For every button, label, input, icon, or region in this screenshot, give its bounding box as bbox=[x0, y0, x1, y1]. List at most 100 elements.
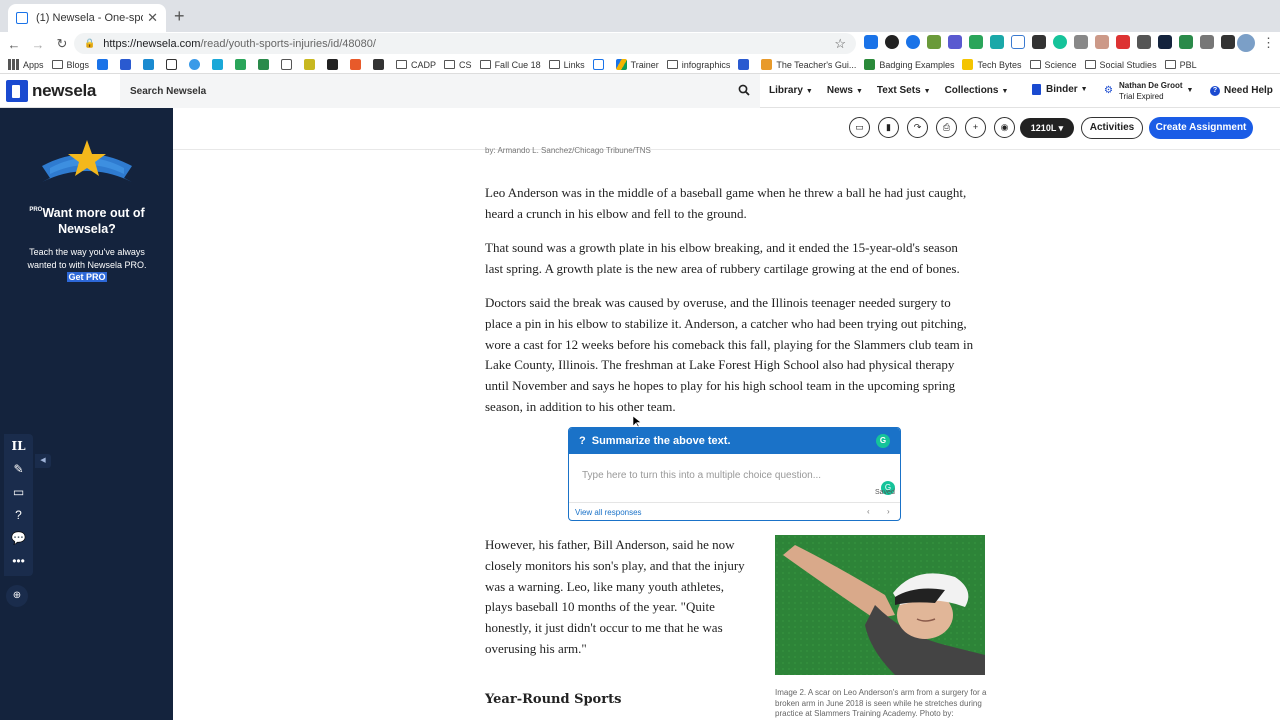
chevron-right-icon[interactable]: › bbox=[887, 507, 890, 516]
bookmark-icon-only[interactable] bbox=[373, 59, 388, 70]
extension-icon[interactable] bbox=[1053, 35, 1067, 49]
browser-tab[interactable]: (1) Newsela - One-sport stude ✕ bbox=[8, 4, 166, 32]
binder-menu[interactable]: Binder ▼ bbox=[1032, 84, 1088, 95]
bookmark-badging[interactable]: Badging Examples bbox=[864, 59, 954, 70]
bookmark-icon-only[interactable] bbox=[212, 59, 227, 70]
bookmark-icon-only[interactable] bbox=[592, 59, 608, 70]
comments-icon[interactable]: 💬 bbox=[10, 530, 28, 547]
bookmark-icon-only[interactable] bbox=[143, 59, 158, 70]
bookmark-icon-only[interactable] bbox=[327, 59, 342, 70]
reload-icon[interactable]: ↻ bbox=[52, 36, 72, 52]
user-status: Trial Expired bbox=[1118, 92, 1164, 101]
bookmark-icon-only[interactable] bbox=[235, 59, 250, 70]
user-name: Nathan De Groot bbox=[1118, 81, 1183, 90]
bookmark-folder[interactable]: infographics bbox=[666, 60, 730, 70]
get-pro-link[interactable]: Get PRO bbox=[67, 272, 107, 282]
extension-icon[interactable] bbox=[906, 35, 920, 49]
search-bar[interactable]: Search Newsela bbox=[120, 74, 760, 108]
forward-icon[interactable]: → bbox=[28, 37, 48, 52]
question-icon[interactable]: ? bbox=[10, 507, 28, 524]
nav-collections[interactable]: Collections ▼ bbox=[945, 85, 1009, 96]
profile-avatar-icon[interactable] bbox=[1237, 34, 1255, 52]
extension-icon[interactable] bbox=[1011, 35, 1025, 49]
extension-icon[interactable] bbox=[1221, 35, 1235, 49]
extension-icon[interactable] bbox=[948, 35, 962, 49]
bookmark-trainer[interactable]: Trainer bbox=[615, 59, 659, 70]
extension-icon[interactable] bbox=[1200, 35, 1214, 49]
bookmarks-bar: Apps Blogs CADP CS Fall Cue 18 Links Tra… bbox=[0, 56, 1280, 74]
present-icon[interactable]: ▭ bbox=[849, 117, 870, 138]
extension-icon[interactable] bbox=[1116, 35, 1130, 49]
collapse-tools-icon[interactable]: ◀ bbox=[35, 454, 51, 468]
writing-prompt-box: ? Summarize the above text. G Type here … bbox=[568, 427, 901, 521]
bookmark-folder[interactable]: Social Studies bbox=[1084, 60, 1157, 70]
bookmark-folder[interactable]: Blogs bbox=[51, 60, 89, 70]
bookmark-teachers-guide[interactable]: The Teacher's Gui... bbox=[761, 59, 856, 70]
extension-icon[interactable] bbox=[1179, 35, 1193, 49]
bookmark-site-icon bbox=[373, 59, 385, 70]
view-icon[interactable]: ◉ bbox=[994, 117, 1015, 138]
newsela-tool-icon[interactable]: IL bbox=[10, 438, 28, 455]
grammarly-icon[interactable]: G bbox=[876, 434, 890, 448]
extension-icon[interactable] bbox=[1095, 35, 1109, 49]
bookmark-icon-only[interactable] bbox=[350, 59, 365, 70]
browser-menu-icon[interactable]: ⋮ bbox=[1262, 35, 1275, 51]
help-link[interactable]: ? Need Help bbox=[1210, 85, 1273, 96]
chevron-down-icon: ▼ bbox=[1186, 87, 1194, 94]
extension-icon[interactable] bbox=[927, 35, 941, 49]
nav-news[interactable]: News ▼ bbox=[827, 85, 863, 96]
extension-icon[interactable] bbox=[990, 35, 1004, 49]
nav-library[interactable]: Library ▼ bbox=[769, 85, 813, 96]
lexile-selector[interactable]: 1210L ▾ bbox=[1020, 118, 1074, 138]
note-icon[interactable]: ▭ bbox=[10, 484, 28, 501]
bookmark-icon-only[interactable] bbox=[120, 59, 135, 70]
chevron-down-icon: ▼ bbox=[855, 88, 863, 95]
bookmark-icon[interactable]: ▮ bbox=[878, 117, 899, 138]
bookmark-icon-only[interactable] bbox=[304, 59, 319, 70]
bookmark-folder[interactable]: Links bbox=[548, 60, 585, 70]
article-photo[interactable] bbox=[775, 535, 985, 675]
extension-icon[interactable] bbox=[885, 35, 899, 49]
bookmark-icon-only[interactable] bbox=[189, 59, 204, 70]
extension-icon[interactable] bbox=[864, 35, 878, 49]
nav-text-sets[interactable]: Text Sets ▼ bbox=[877, 85, 931, 96]
extension-icon[interactable] bbox=[1137, 35, 1151, 49]
accessibility-icon[interactable]: ⊕ bbox=[6, 585, 28, 607]
extension-icon[interactable] bbox=[1074, 35, 1088, 49]
bookmark-icon-only[interactable] bbox=[166, 59, 181, 70]
address-bar[interactable]: 🔒 https://newsela.com/read/youth-sports-… bbox=[74, 33, 856, 54]
view-all-responses-link[interactable]: View all responses bbox=[575, 508, 642, 517]
more-icon[interactable]: ••• bbox=[10, 553, 28, 570]
extension-icon[interactable] bbox=[1032, 35, 1046, 49]
response-input[interactable]: Type here to turn this into a multiple c… bbox=[582, 470, 821, 481]
add-icon[interactable]: + bbox=[965, 117, 986, 138]
extension-icon[interactable] bbox=[969, 35, 983, 49]
back-icon[interactable]: ← bbox=[4, 37, 24, 52]
activities-button[interactable]: Activities bbox=[1081, 117, 1143, 139]
article-tools: ▭ ▮ ↷ ⎙ + ◉ bbox=[849, 117, 1015, 138]
bookmark-folder[interactable]: Science bbox=[1029, 60, 1077, 70]
bookmark-icon-only[interactable] bbox=[97, 59, 112, 70]
bookmark-tech-bytes[interactable]: Tech Bytes bbox=[962, 59, 1022, 70]
bookmark-folder[interactable]: CS bbox=[444, 60, 472, 70]
pencil-icon[interactable]: ✎ bbox=[10, 461, 28, 478]
chevron-left-icon[interactable]: ‹ bbox=[867, 507, 870, 516]
search-icon[interactable] bbox=[738, 84, 750, 99]
new-tab-icon[interactable]: + bbox=[174, 6, 185, 27]
create-assignment-button[interactable]: Create Assignment bbox=[1149, 117, 1253, 139]
newsela-logo[interactable]: newsela bbox=[6, 79, 114, 102]
user-menu[interactable]: ⚙ Nathan De Groot Trial Expired ▼ bbox=[1104, 80, 1193, 102]
article-paragraph: Doctors said the break was caused by ove… bbox=[485, 295, 974, 414]
close-tab-icon[interactable]: ✕ bbox=[147, 10, 158, 26]
share-icon[interactable]: ↷ bbox=[907, 117, 928, 138]
print-icon[interactable]: ⎙ bbox=[936, 117, 957, 138]
bookmark-icon-only[interactable] bbox=[738, 59, 753, 70]
bookmark-icon-only[interactable] bbox=[258, 59, 273, 70]
extension-icon[interactable] bbox=[1158, 35, 1172, 49]
bookmark-star-icon[interactable]: ☆ bbox=[834, 36, 846, 52]
bookmark-folder[interactable]: Fall Cue 18 bbox=[479, 60, 541, 70]
bookmark-apps[interactable]: Apps bbox=[8, 59, 44, 70]
bookmark-folder[interactable]: CADP bbox=[396, 60, 436, 70]
bookmark-icon-only[interactable] bbox=[281, 59, 296, 70]
bookmark-folder[interactable]: PBL bbox=[1164, 60, 1197, 70]
